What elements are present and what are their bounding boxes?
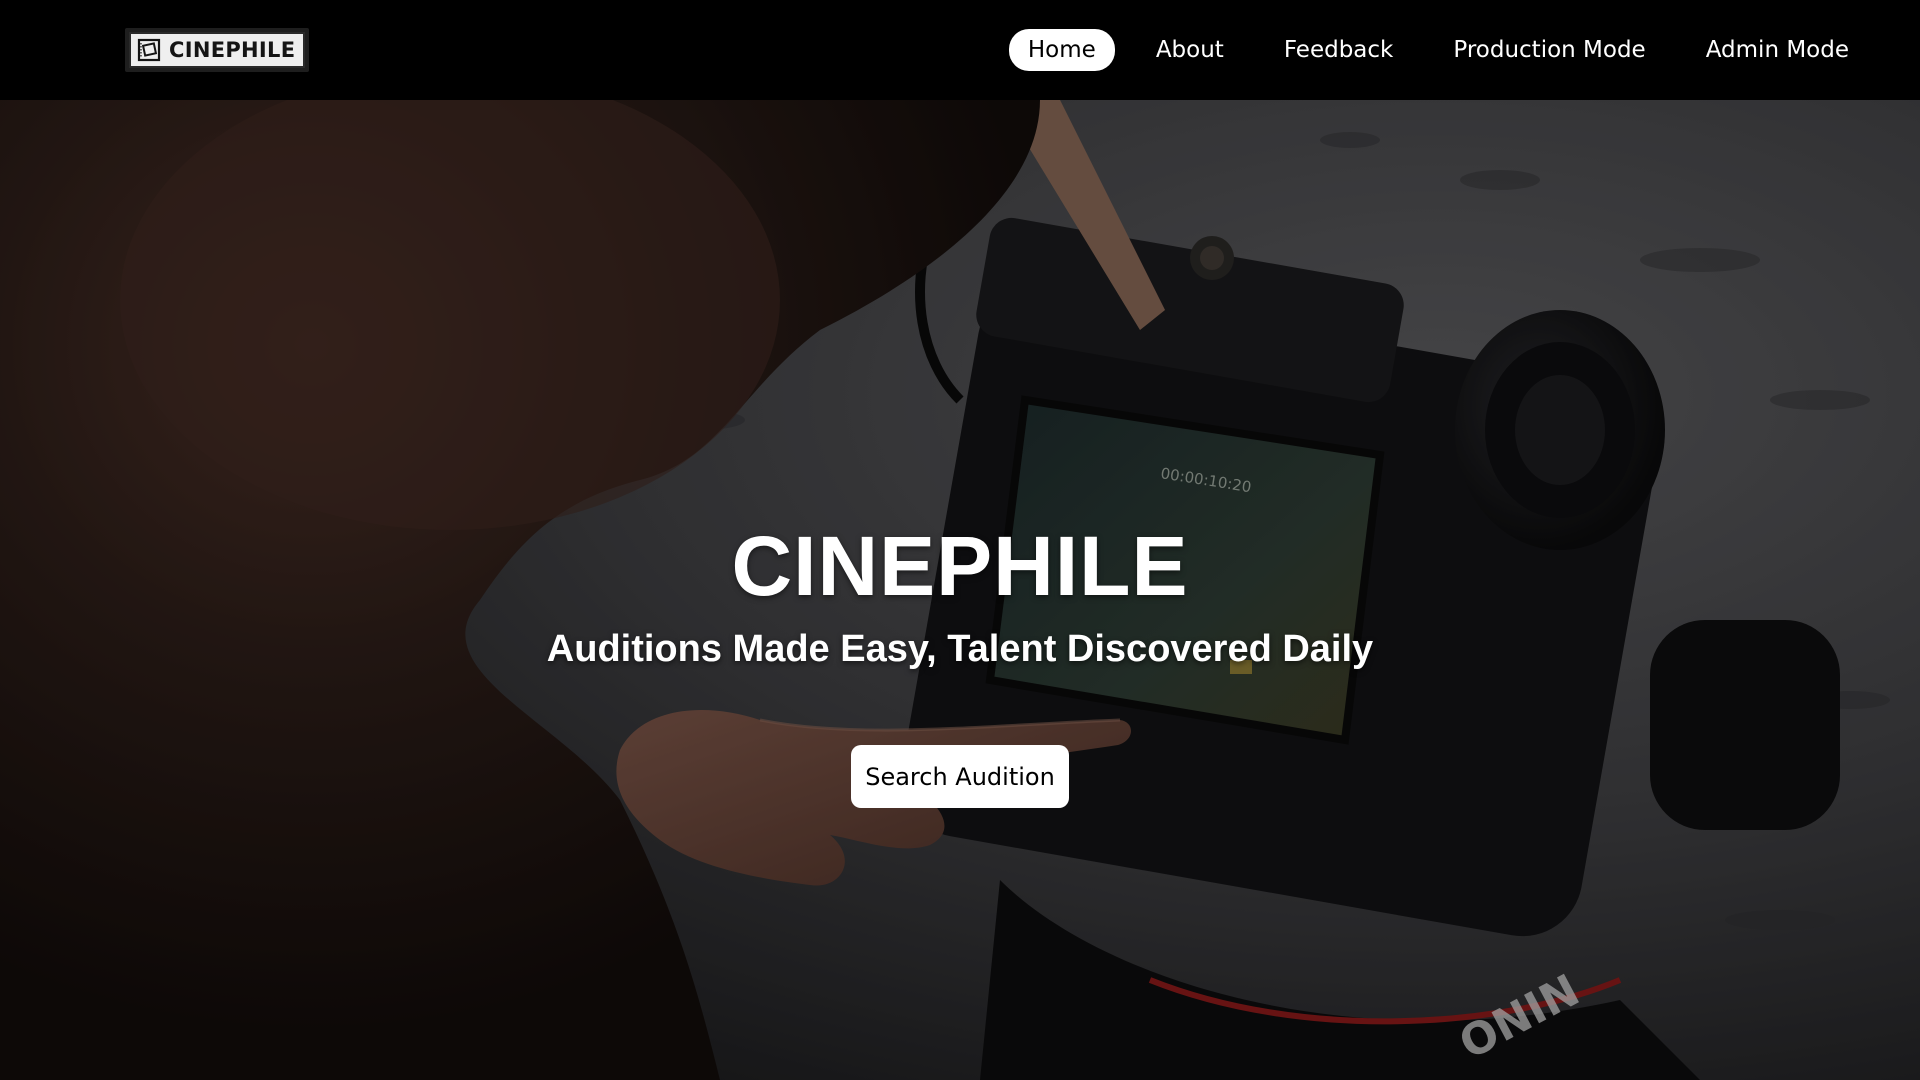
brand-name: CINEPHILE [169,38,296,62]
film-frame-icon [137,38,161,62]
nav-admin-mode[interactable]: Admin Mode [1687,29,1868,71]
brand-logo[interactable]: CINEPHILE [125,28,310,72]
nav-home[interactable]: Home [1008,29,1115,71]
nav-production-mode[interactable]: Production Mode [1434,29,1664,71]
search-audition-button[interactable]: Search Audition [851,745,1069,808]
nav-about[interactable]: About [1137,29,1243,71]
hero-section: 00:00:10:20 ONIN CINEPHILE Auditions Mad… [0,100,1920,1080]
hero-subtitle: Auditions Made Easy, Talent Discovered D… [546,628,1374,670]
navbar: CINEPHILE Home About Feedback Production… [0,0,1920,100]
brand-logo-badge: CINEPHILE [129,32,306,68]
nav-feedback[interactable]: Feedback [1265,29,1413,71]
hero-content: CINEPHILE Auditions Made Easy, Talent Di… [0,100,1920,1080]
hero-title: CINEPHILE [731,519,1189,613]
main-nav: Home About Feedback Production Mode Admi… [1008,29,1868,71]
